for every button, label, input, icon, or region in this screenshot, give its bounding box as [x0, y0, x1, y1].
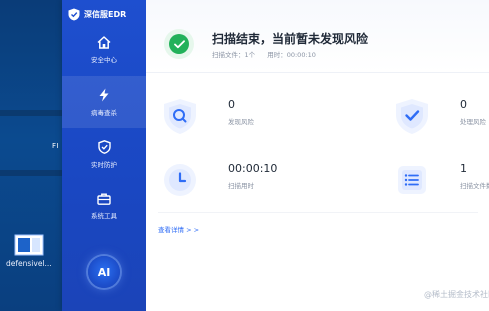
- stat-card-risks-found: 0 发现风险: [158, 88, 338, 152]
- sidebar-item-label: 安全中心: [91, 56, 117, 64]
- toolbox-icon: [97, 193, 111, 205]
- check-circle-icon: [169, 34, 189, 54]
- scanned-files-text: 扫描文件：1个: [212, 51, 256, 59]
- stat-label: 发现风险: [228, 118, 254, 126]
- brand-logo-icon: [68, 8, 80, 20]
- watermark: @稀土掘金技术社区: [424, 290, 489, 299]
- view-details-link[interactable]: 查看详情 > >: [158, 224, 199, 234]
- checkmark-icon: [173, 39, 185, 48]
- search-shield-icon: [164, 99, 196, 134]
- desktop-stripe: [0, 170, 62, 176]
- section-divider: [158, 212, 478, 213]
- home-icon: [97, 36, 111, 49]
- list-icon: [398, 166, 426, 194]
- desktop-app-label: defensivel...: [6, 259, 52, 268]
- scan-status-subtitle: 扫描文件：1个 用时：00:00:10: [212, 49, 316, 59]
- stat-label: 扫描文件数: [460, 182, 489, 190]
- sidebar: 深信服EDR 安全中心 病毒查杀 实时防护 系统工具 AI: [62, 0, 146, 311]
- elapsed-time-text: 用时：00:00:10: [267, 51, 316, 59]
- sidebar-item-realtime-protection[interactable]: 实时防护: [62, 128, 146, 180]
- sidebar-item-label: 系统工具: [91, 211, 117, 220]
- edr-window: 深信服EDR 安全中心 病毒查杀 实时防护 系统工具 AI 扫描结束，当前暂未发…: [62, 0, 489, 311]
- sidebar-item-virus-scan[interactable]: 病毒查杀: [62, 76, 146, 128]
- brand-name: 深信服EDR: [84, 9, 127, 19]
- main-panel: 扫描结束，当前暂未发现风险 扫描文件：1个 用时：00:00:10 0 发现风险: [146, 0, 489, 311]
- stat-value: 1: [460, 162, 467, 175]
- brand: 深信服EDR: [68, 6, 126, 22]
- scan-status-title: 扫描结束，当前暂未发现风险: [212, 32, 369, 46]
- ai-assistant-button[interactable]: AI: [88, 256, 120, 288]
- stat-value: 0: [460, 98, 467, 111]
- stat-card-scan-time: 00:00:10 扫描用时: [158, 152, 338, 216]
- stat-card-files-scanned: 1 扫描文件数: [390, 152, 489, 216]
- sidebar-item-label: 实时防护: [91, 160, 117, 169]
- ai-label: AI: [97, 265, 111, 279]
- stat-label: 扫描用时: [228, 182, 254, 190]
- check-shield-icon: [396, 99, 428, 134]
- desktop-stripe: [0, 110, 62, 116]
- clock-icon: [164, 164, 196, 196]
- stat-card-risks-handled: 0 处理风险: [390, 88, 489, 152]
- sidebar-item-security-center[interactable]: 安全中心: [62, 24, 146, 76]
- lightning-icon: [99, 88, 109, 101]
- shield-icon: [97, 139, 111, 154]
- status-indicator: [164, 29, 194, 59]
- desktop-app-icon[interactable]: [14, 234, 44, 256]
- stat-value: 00:00:10: [228, 162, 278, 175]
- sidebar-item-label: 病毒查杀: [91, 108, 117, 117]
- stat-value: 0: [228, 98, 235, 111]
- desktop-partial-text: FI: [52, 142, 60, 150]
- sidebar-item-system-tools[interactable]: 系统工具: [62, 180, 146, 232]
- scan-result-header: 扫描结束，当前暂未发现风险 扫描文件：1个 用时：00:00:10: [146, 0, 489, 73]
- stat-label: 处理风险: [460, 118, 486, 126]
